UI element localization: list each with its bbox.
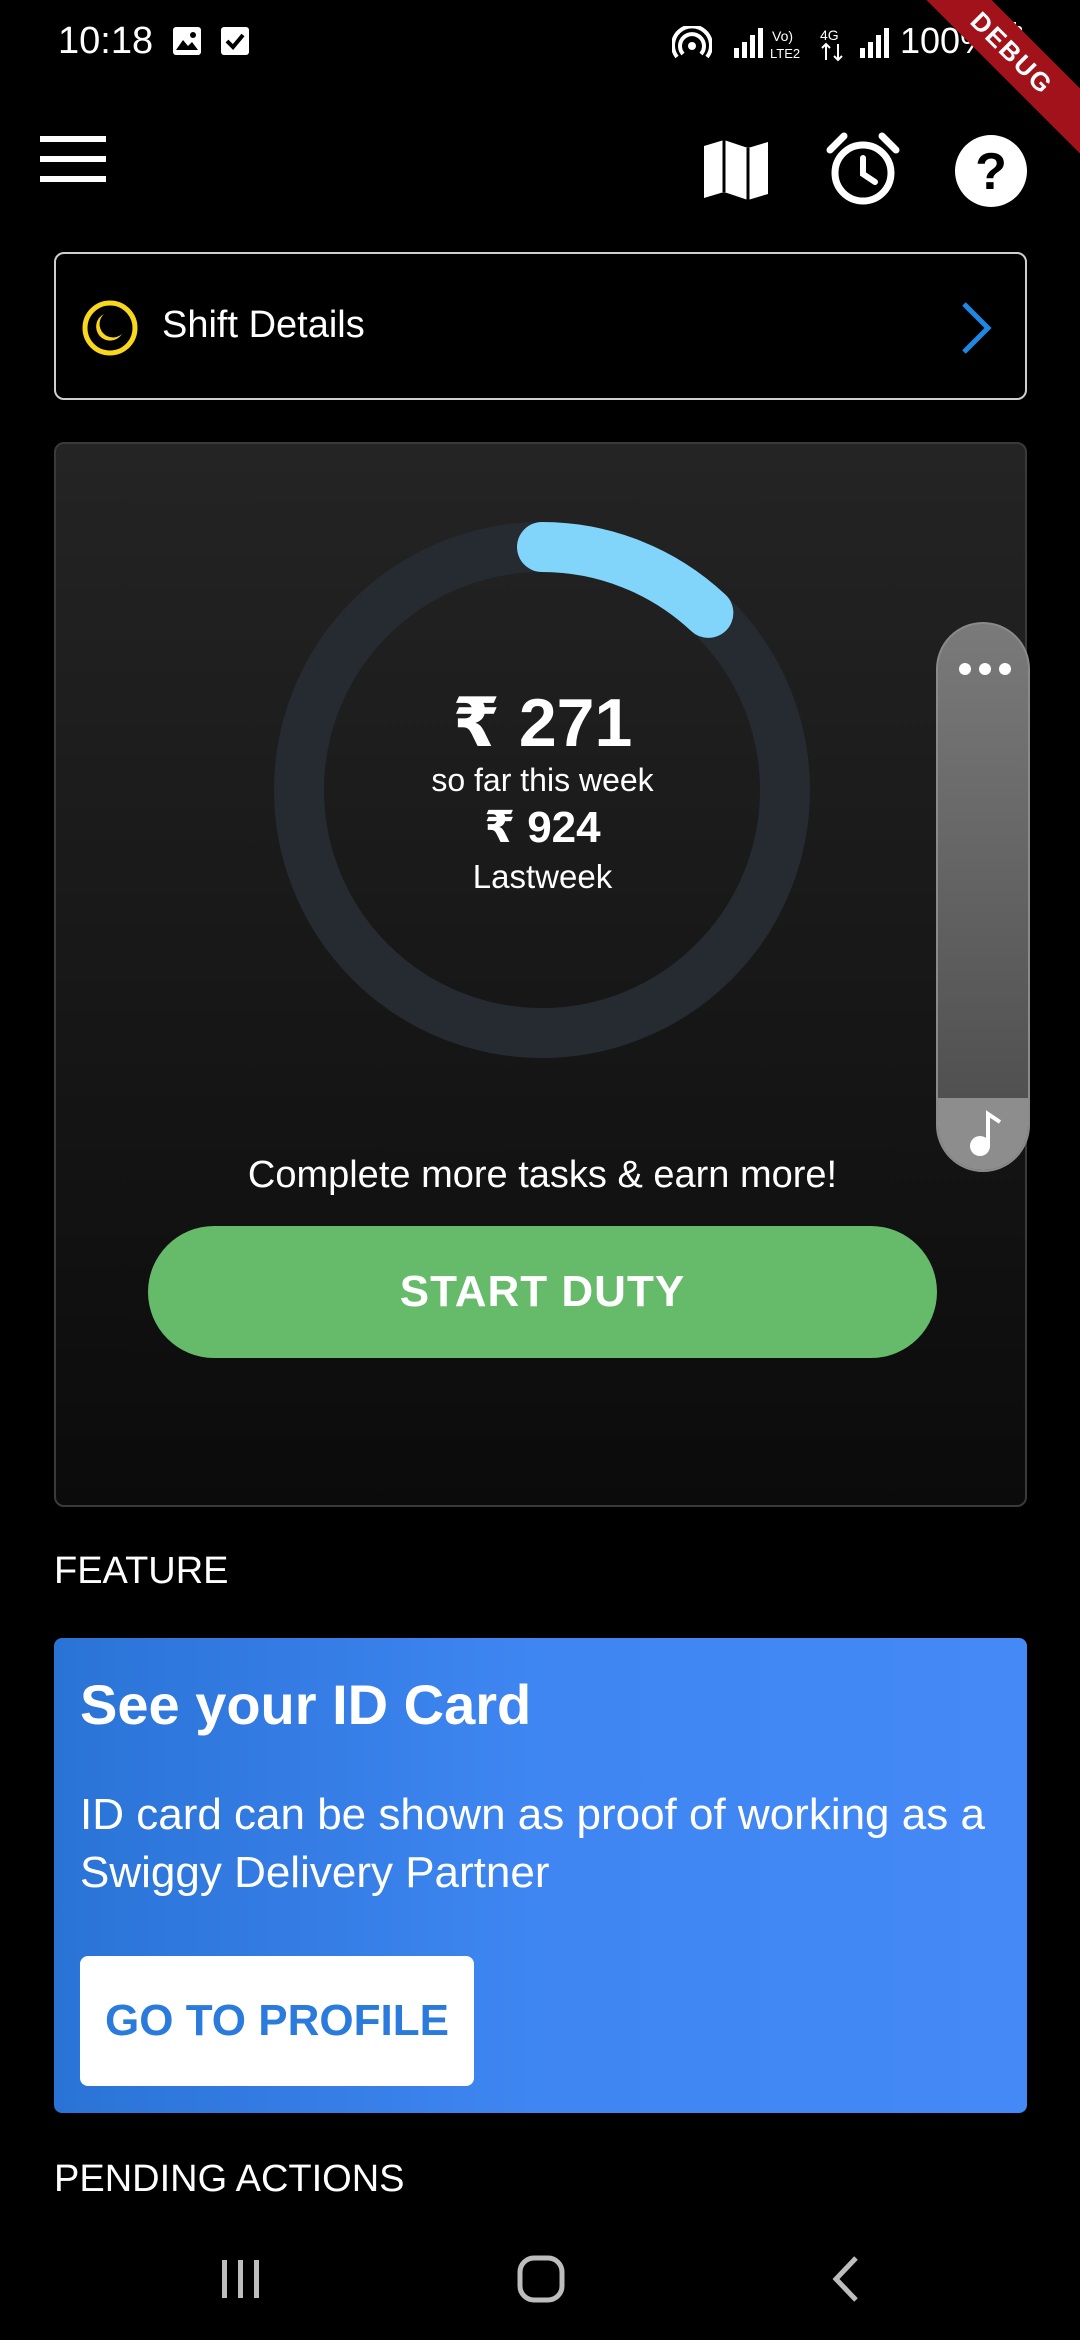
help-icon[interactable]: ? — [954, 134, 1028, 208]
svg-text:Vo): Vo) — [772, 28, 793, 44]
pending-actions-title: PENDING ACTIONS — [54, 2158, 405, 2200]
this-week-label: so far this week — [431, 762, 654, 798]
signal-icon-2 — [860, 28, 889, 58]
floating-panel-bottom — [938, 1098, 1028, 1170]
hotspot-icon — [672, 26, 712, 59]
start-duty-button[interactable]: START DUTY — [148, 1226, 937, 1358]
moon-icon — [82, 300, 138, 356]
home-icon[interactable] — [516, 2254, 566, 2304]
music-note-icon[interactable] — [966, 1108, 1006, 1158]
app-bar: ? — [0, 118, 1080, 238]
id-card-feature-card: See your ID Card ID card can be shown as… — [54, 1638, 1027, 2113]
feature-section-title: FEATURE — [54, 1550, 229, 1592]
hamburger-menu-icon[interactable] — [40, 134, 106, 184]
this-week-amount: ₹ 271 — [452, 685, 633, 761]
go-to-profile-button[interactable]: GO TO PROFILE — [80, 1956, 474, 2086]
chevron-right-icon — [962, 302, 992, 354]
checkbox-notification-icon — [221, 27, 249, 55]
shift-details-card[interactable]: Shift Details — [54, 252, 1027, 400]
feature-card-body: ID card can be shown as proof of working… — [80, 1790, 985, 1897]
earnings-card: ₹ 271 so far this week ₹ 924 Lastweek Co… — [54, 442, 1027, 1507]
volte-icon: Vo) LTE2 — [770, 28, 800, 61]
recent-apps-icon[interactable] — [218, 2256, 264, 2302]
svg-text:4G: 4G — [820, 27, 839, 43]
feature-card-title: See your ID Card — [80, 1673, 532, 1736]
status-bar: 10:18 Vo) LTE2 4G 100% DEBUG — [0, 0, 1080, 162]
4g-icon: 4G — [820, 27, 843, 62]
svg-text:?: ? — [975, 143, 1007, 201]
map-icon[interactable] — [702, 138, 770, 202]
earn-more-message: Complete more tasks & earn more! — [247, 1154, 838, 1196]
signal-icon — [734, 28, 763, 58]
alarm-clock-icon[interactable] — [826, 132, 900, 206]
shift-details-label: Shift Details — [162, 304, 365, 346]
last-week-label: Lastweek — [472, 858, 613, 895]
image-notification-icon — [173, 27, 201, 55]
last-week-amount: ₹ 924 — [484, 803, 601, 852]
floating-side-panel[interactable] — [936, 622, 1030, 1172]
system-nav-bar — [0, 2220, 1080, 2340]
more-horizontal-icon[interactable] — [958, 662, 1012, 676]
status-time: 10:18 — [58, 20, 154, 62]
svg-text:LTE2: LTE2 — [770, 46, 800, 61]
back-icon[interactable] — [828, 2254, 864, 2304]
